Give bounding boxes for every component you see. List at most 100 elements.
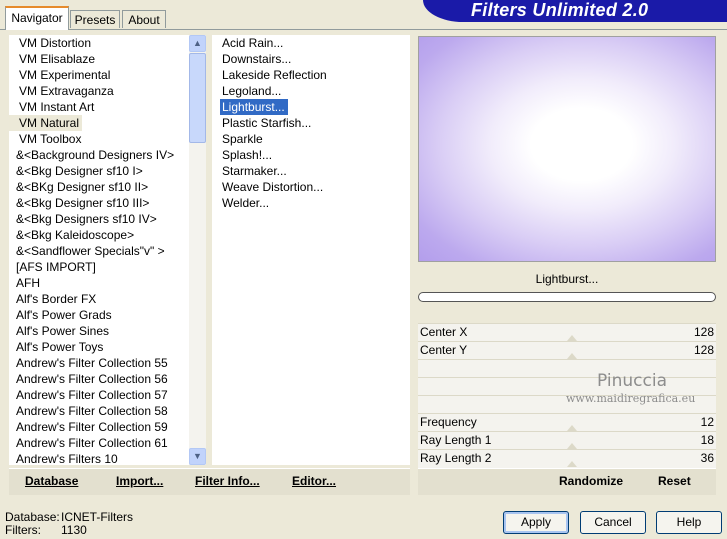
filter-item-label: Lightburst... bbox=[220, 99, 288, 115]
tab-navigator[interactable]: Navigator bbox=[5, 6, 69, 30]
tab-presets[interactable]: Presets bbox=[70, 10, 120, 28]
category-item[interactable]: VM Distortion bbox=[9, 35, 94, 51]
category-item-label: Andrew's Filter Collection 59 bbox=[16, 420, 168, 434]
category-item[interactable]: [AFS IMPORT] bbox=[9, 259, 99, 275]
filter-item[interactable]: Splash!... bbox=[212, 147, 275, 163]
category-item-label: VM Elisablaze bbox=[19, 52, 96, 66]
filter-item[interactable]: Sparkle bbox=[212, 131, 266, 147]
category-scrollbar[interactable]: ▲ ▼ bbox=[189, 35, 206, 465]
category-item-label: &<Bkg Designer sf10 I> bbox=[16, 164, 143, 178]
category-item-label: Andrew's Filter Collection 57 bbox=[16, 388, 168, 402]
category-item[interactable]: Alf's Border FX bbox=[9, 291, 99, 307]
category-item[interactable]: VM Elisablaze bbox=[9, 51, 98, 67]
import-button[interactable]: Import... bbox=[116, 470, 163, 492]
param-label: Frequency bbox=[420, 415, 477, 429]
category-item-label: &<Bkg Designers sf10 IV> bbox=[16, 212, 157, 226]
category-item-label: &<Background Designers IV> bbox=[16, 148, 175, 162]
category-item[interactable]: &<BKg Designer sf10 II> bbox=[9, 179, 151, 195]
category-item[interactable]: Andrew's Filter Collection 55 bbox=[9, 355, 171, 371]
filter-item[interactable]: Acid Rain... bbox=[212, 35, 286, 51]
editor-button[interactable]: Editor... bbox=[292, 470, 336, 492]
filter-item[interactable]: Downstairs... bbox=[212, 51, 294, 67]
category-item[interactable]: Alf's Power Grads bbox=[9, 307, 115, 323]
progress-bar bbox=[418, 292, 716, 302]
filter-item-label: Welder... bbox=[222, 196, 270, 210]
filter-list[interactable]: Acid Rain... Downstairs... Lakeside Reflec… bbox=[212, 35, 410, 465]
category-item-label: Alf's Power Grads bbox=[16, 308, 112, 322]
filter-item[interactable]: Plastic Starfish... bbox=[212, 115, 314, 131]
apply-button[interactable]: Apply bbox=[503, 511, 569, 534]
category-item-label: VM Experimental bbox=[19, 68, 111, 82]
slider-tick bbox=[567, 353, 577, 359]
category-item[interactable]: VM Instant Art bbox=[9, 99, 97, 115]
category-item-label: [AFS IMPORT] bbox=[16, 260, 96, 274]
category-item[interactable]: VM Toolbox bbox=[9, 131, 84, 147]
filter-item[interactable]: Weave Distortion... bbox=[212, 179, 326, 195]
category-item[interactable]: &<Bkg Designer sf10 I> bbox=[9, 163, 146, 179]
filter-item-label: Sparkle bbox=[222, 132, 263, 146]
preview-image bbox=[418, 36, 716, 262]
category-item[interactable]: Alf's Power Sines bbox=[9, 323, 112, 339]
param-value: 36 bbox=[700, 451, 714, 465]
category-item-label: Andrew's Filter Collection 58 bbox=[16, 404, 168, 418]
category-item[interactable]: Andrew's Filter Collection 61 bbox=[9, 435, 171, 451]
param-value: 18 bbox=[700, 433, 714, 447]
category-item[interactable]: &<Background Designers IV> bbox=[9, 147, 177, 163]
watermark-name: Pinuccia bbox=[597, 371, 667, 391]
category-item-label: VM Extravaganza bbox=[19, 84, 114, 98]
database-button[interactable]: Database bbox=[25, 470, 78, 492]
param-value: 128 bbox=[693, 343, 714, 357]
filter-item-label: Legoland... bbox=[222, 84, 282, 98]
slider-tick bbox=[567, 335, 577, 341]
scroll-thumb[interactable] bbox=[189, 53, 206, 143]
category-item[interactable]: Andrew's Filter Collection 57 bbox=[9, 387, 171, 403]
filter-item[interactable]: Legoland... bbox=[212, 83, 284, 99]
category-item[interactable]: VM Experimental bbox=[9, 67, 113, 83]
help-button[interactable]: Help bbox=[656, 511, 722, 534]
category-item[interactable]: Andrew's Filter Collection 58 bbox=[9, 403, 171, 419]
scroll-down-button[interactable]: ▼ bbox=[189, 448, 206, 465]
cancel-button[interactable]: Cancel bbox=[580, 511, 646, 534]
category-item[interactable]: AFH bbox=[9, 275, 43, 291]
category-item[interactable]: &<Bkg Designers sf10 IV> bbox=[9, 211, 160, 227]
param-label: Center X bbox=[420, 325, 468, 339]
category-item[interactable]: &<Bkg Kaleidoscope> bbox=[9, 227, 137, 243]
category-item[interactable]: Alf's Power Toys bbox=[9, 339, 106, 355]
tab-divider bbox=[0, 29, 727, 30]
category-item-label: &<Bkg Kaleidoscope> bbox=[16, 228, 135, 242]
param-label: Ray Length 1 bbox=[420, 433, 492, 447]
status-database-label: Database: bbox=[5, 510, 60, 524]
category-item[interactable]: Andrew's Filter Collection 59 bbox=[9, 419, 171, 435]
filter-item[interactable]: Welder... bbox=[212, 195, 272, 211]
filter-info-button[interactable]: Filter Info... bbox=[195, 470, 260, 492]
empty-slider-1 bbox=[418, 359, 716, 379]
category-list[interactable]: VM Distortion VM Elisablaze VM Experimenta… bbox=[9, 35, 189, 467]
reset-button[interactable]: Reset bbox=[658, 470, 691, 492]
category-item-label: &<Bkg Designer sf10 III> bbox=[16, 196, 150, 210]
filter-item-label: Weave Distortion... bbox=[222, 180, 324, 194]
category-item[interactable]: &<Sandflower Specials"v" > bbox=[9, 243, 168, 259]
randomize-button[interactable]: Randomize bbox=[559, 470, 623, 492]
status-filters-value: 1130 bbox=[61, 523, 87, 537]
scroll-up-button[interactable]: ▲ bbox=[189, 35, 206, 52]
param-label: Ray Length 2 bbox=[420, 451, 492, 465]
category-item-label: &<BKg Designer sf10 II> bbox=[16, 180, 149, 194]
category-item[interactable]: Andrew's Filters 10 bbox=[9, 451, 121, 467]
category-item-label: Alf's Power Toys bbox=[16, 340, 104, 354]
category-item[interactable]: &<Bkg Designer sf10 III> bbox=[9, 195, 152, 211]
filter-item-label: Downstairs... bbox=[222, 52, 292, 66]
category-item-label: Alf's Border FX bbox=[16, 292, 97, 306]
slider-tick bbox=[567, 461, 577, 467]
category-item-label: Andrew's Filter Collection 56 bbox=[16, 372, 168, 386]
filter-item[interactable]: Lakeside Reflection bbox=[212, 67, 330, 83]
filter-item[interactable]: Starmaker... bbox=[212, 163, 290, 179]
category-item[interactable]: VM Extravaganza bbox=[9, 83, 117, 99]
category-item[interactable]: Andrew's Filter Collection 56 bbox=[9, 371, 171, 387]
category-item[interactable]: VM Natural bbox=[9, 115, 83, 131]
filter-item-label: Plastic Starfish... bbox=[222, 116, 312, 130]
tab-about[interactable]: About bbox=[122, 10, 166, 28]
status-filters-label: Filters: bbox=[5, 523, 41, 537]
filter-item[interactable]: Lightburst... bbox=[220, 99, 288, 115]
banner-title: Filters Unlimited 2.0 bbox=[471, 0, 649, 20]
param-value: 12 bbox=[700, 415, 714, 429]
